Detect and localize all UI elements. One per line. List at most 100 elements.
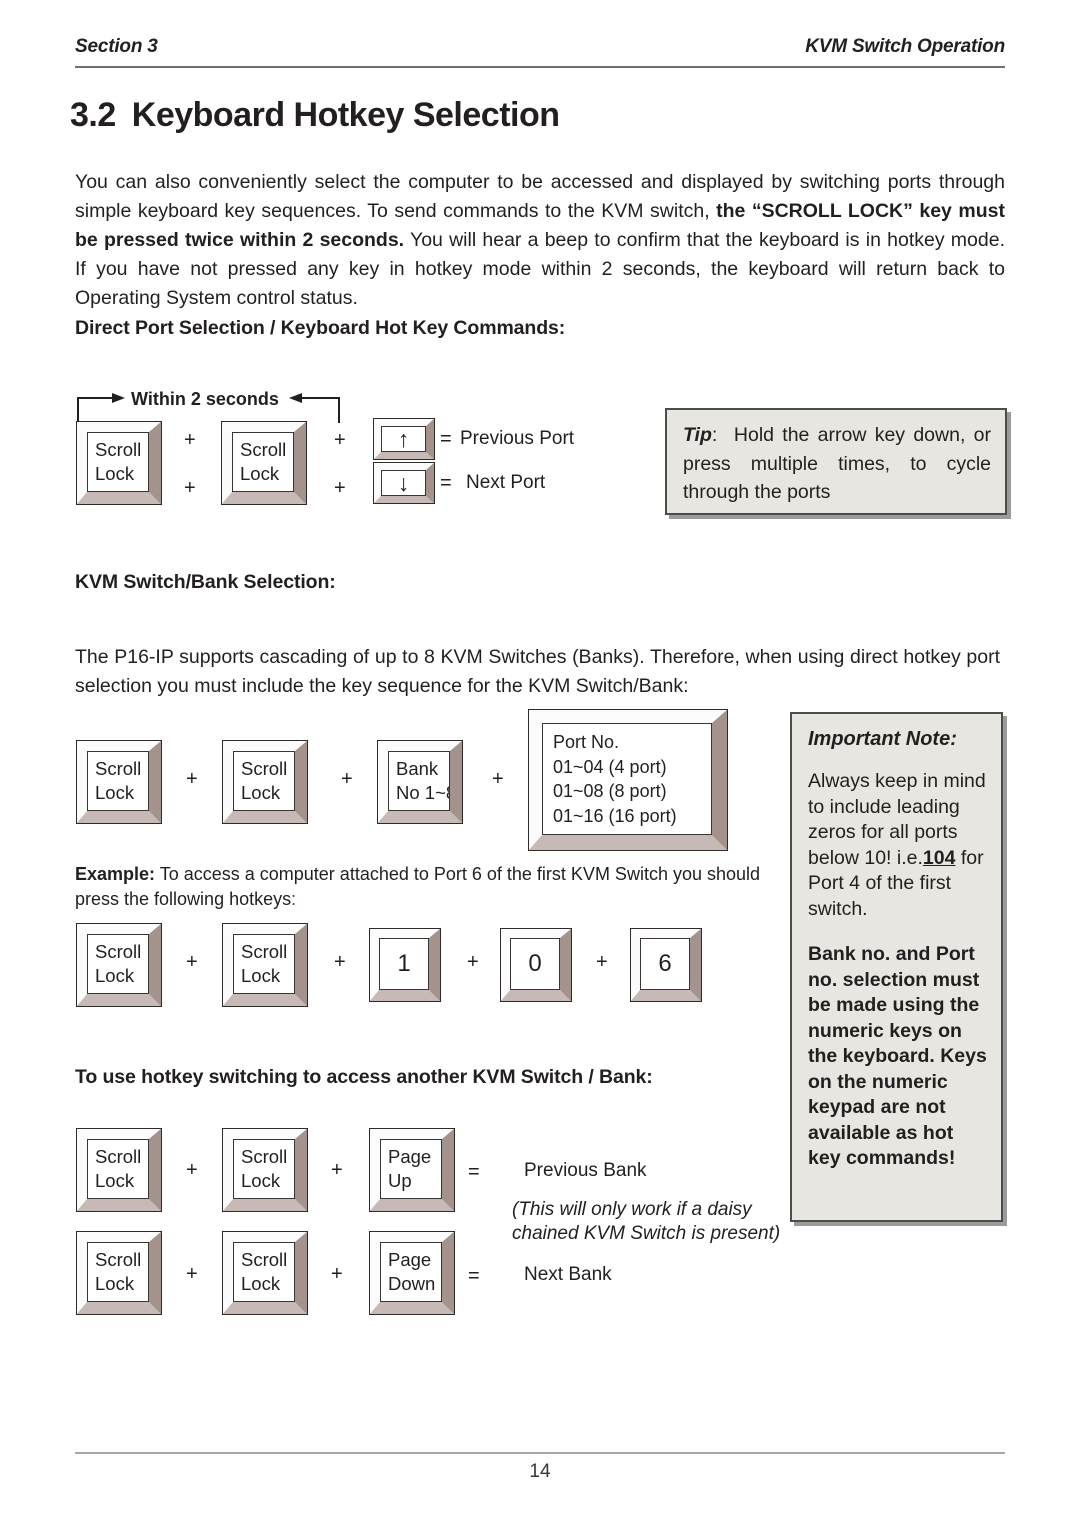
key-line-1: Scroll — [95, 439, 142, 460]
key-scroll-lock: Scroll Lock — [76, 421, 162, 505]
key-face: Scroll Lock — [87, 751, 149, 811]
key-line-1: Scroll — [241, 758, 288, 779]
plus-sign: + — [334, 951, 346, 973]
equals-sign: = — [440, 428, 452, 450]
key-scroll-lock: Scroll Lock — [76, 1231, 162, 1315]
key-line-1: Scroll — [241, 1146, 288, 1167]
portno-line-3: 01~08 (8 port) — [553, 781, 667, 801]
key-face: Scroll Lock — [87, 1242, 149, 1302]
key-scroll-lock: Scroll Lock — [222, 1231, 308, 1315]
key-face: Scroll Lock — [233, 934, 295, 994]
running-head-right: KVM Switch Operation — [805, 36, 1005, 57]
key-arrow-down: ↓ — [373, 462, 435, 504]
daisy-chain-note-line-1: (This will only work if a daisy — [512, 1199, 752, 1220]
section-title-text: Keyboard Hotkey Selection — [131, 96, 560, 134]
key-line-2: Lock — [95, 965, 135, 986]
plus-sign: + — [331, 1159, 343, 1181]
header-rule — [75, 66, 1005, 68]
key-face: Page Up — [380, 1139, 442, 1199]
arrow-up-icon: ↑ — [397, 426, 410, 452]
example-colon: : — [291, 889, 297, 909]
key-line-2: Lock — [240, 463, 280, 484]
key-line-1: Scroll — [95, 941, 142, 962]
plus-sign: + — [184, 429, 196, 451]
bracket-left-arrowhead — [112, 393, 125, 403]
note-strong-text: Bank no. and Port no. selection must be … — [808, 943, 987, 1169]
bracket-left-vertical — [77, 397, 79, 423]
key-line-2: Lock — [95, 463, 135, 484]
key-face: Scroll Lock — [233, 751, 295, 811]
key-line-2: Lock — [241, 965, 281, 986]
key-digit-0: 0 — [500, 928, 572, 1002]
key-line-2: Lock — [241, 782, 281, 803]
intro-paragraph: You can also conveniently select the com… — [75, 168, 1005, 313]
key-line-1: Scroll — [95, 1249, 142, 1270]
plus-sign: + — [186, 951, 198, 973]
key-arrow-up: ↑ — [373, 418, 435, 460]
key-scroll-lock: Scroll Lock — [76, 740, 162, 824]
important-note-callout: Important Note: Always keep in mind to i… — [790, 712, 1003, 1222]
key-face: 0 — [510, 938, 560, 990]
example-body: To access a computer attached to Port 6 … — [75, 864, 761, 909]
key-face: Scroll Lock — [232, 432, 294, 492]
key-digit-label: 1 — [397, 950, 411, 977]
arrow-down-icon: ↓ — [397, 470, 410, 496]
daisy-chain-note-line-2: chained KVM Switch is present) — [512, 1223, 781, 1244]
plus-sign: + — [467, 951, 479, 973]
plus-sign: + — [492, 768, 504, 790]
key-line-2: Lock — [95, 782, 135, 803]
result-next-bank: Next Bank — [524, 1264, 612, 1285]
plus-sign: + — [334, 477, 346, 499]
subheading-another-switch: To use hotkey switching to access anothe… — [75, 1066, 653, 1088]
section-number: 3.2 — [70, 96, 116, 134]
key-scroll-lock: Scroll Lock — [76, 1128, 162, 1212]
page-title: 3.2 Keyboard Hotkey Selection — [70, 96, 560, 135]
running-head-left: Section 3 — [75, 36, 158, 57]
portno-line-2: 01~04 (4 port) — [553, 756, 667, 777]
tip-colon: : — [711, 424, 718, 446]
key-digit-1: 1 — [369, 928, 441, 1002]
note-body: Always keep in mind to include leading z… — [808, 769, 991, 922]
key-face: Bank No 1~8 — [388, 751, 450, 811]
key-face: 1 — [379, 938, 429, 990]
example-label: Example: — [75, 864, 156, 884]
key-port-no: Port No. 01~04 (4 port) 01~08 (8 port) 0… — [528, 709, 728, 851]
key-scroll-lock: Scroll Lock — [222, 740, 308, 824]
key-line-1: Bank — [396, 758, 439, 779]
result-previous-port: Previous Port — [460, 428, 575, 449]
key-face: ↓ — [381, 470, 426, 496]
note-body-emphasis: 104 — [922, 846, 956, 869]
plus-sign: + — [596, 951, 608, 973]
key-page-up: Page Up — [369, 1128, 455, 1212]
key-face: ↑ — [381, 426, 426, 452]
key-digit-label: 6 — [658, 950, 672, 977]
plus-sign: + — [334, 429, 346, 451]
plus-sign: + — [186, 1263, 198, 1285]
key-line-2: Lock — [95, 1170, 135, 1191]
equals-sign: = — [468, 1161, 480, 1183]
cascade-paragraph: The P16-IP supports cascading of up to 8… — [75, 646, 1000, 697]
key-line-2: Up — [388, 1170, 412, 1191]
tip-label: Tip — [683, 424, 712, 446]
key-line-1: Page — [388, 1249, 432, 1270]
plus-sign: + — [184, 477, 196, 499]
document-page: Section 3 KVM Switch Operation 3.2 Keyboa… — [0, 0, 1080, 1528]
key-face: Scroll Lock — [233, 1242, 295, 1302]
key-line-2: Lock — [241, 1273, 281, 1294]
subheading-bank-selection: KVM Switch/Bank Selection: — [75, 571, 336, 593]
within-2-seconds-label: Within 2 seconds — [131, 389, 279, 409]
key-face: Scroll Lock — [87, 1139, 149, 1199]
equals-sign: = — [440, 472, 452, 494]
footer-rule — [75, 1452, 1005, 1454]
key-face: Port No. 01~04 (4 port) 01~08 (8 port) 0… — [542, 723, 712, 835]
key-digit-6: 6 — [630, 928, 702, 1002]
key-bank-no: Bank No 1~8 — [377, 740, 463, 824]
key-scroll-lock: Scroll Lock — [222, 1128, 308, 1212]
plus-sign: + — [186, 768, 198, 790]
key-line-1: Scroll — [241, 1249, 288, 1270]
key-line-1: Scroll — [241, 941, 288, 962]
key-scroll-lock: Scroll Lock — [222, 923, 308, 1007]
key-line-1: Scroll — [95, 758, 142, 779]
equals-sign: = — [468, 1265, 480, 1287]
note-title: Important Note: — [808, 728, 957, 750]
